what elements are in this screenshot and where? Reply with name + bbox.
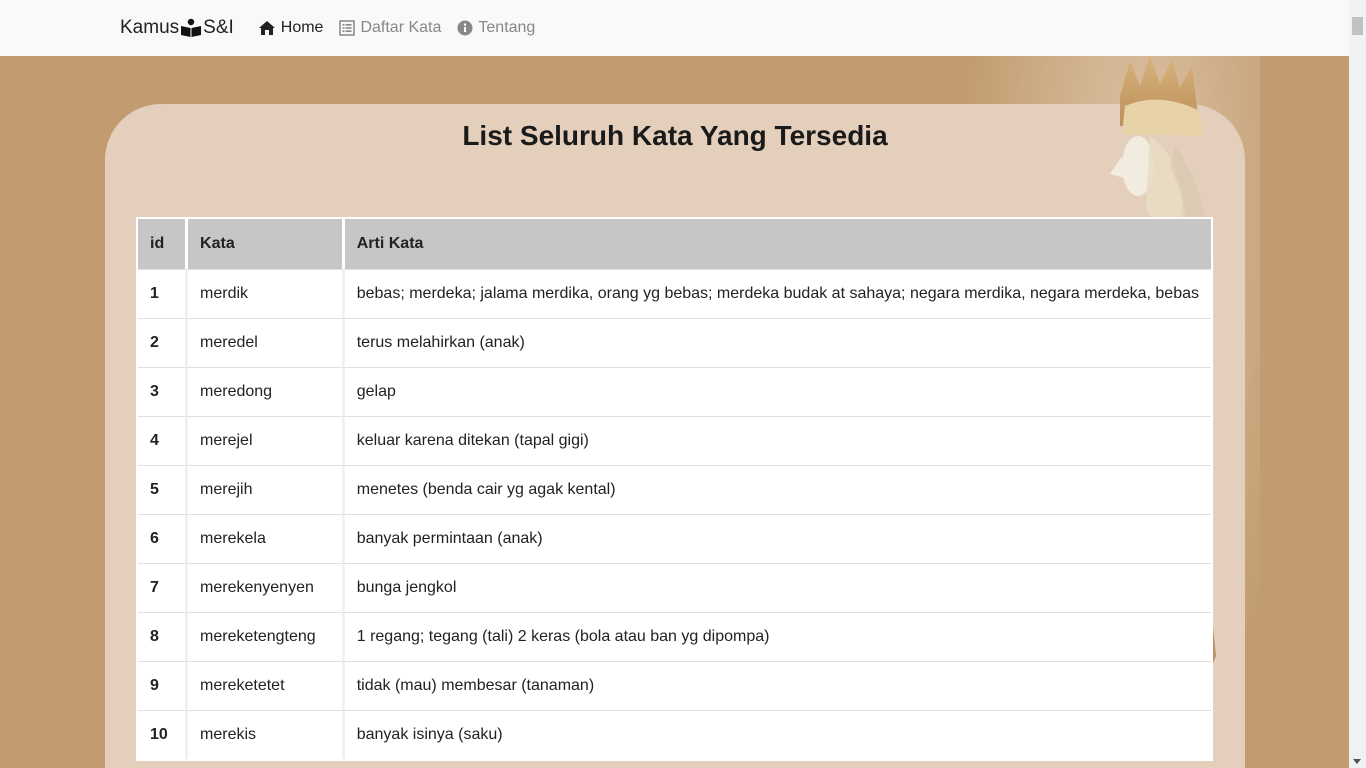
cell-kata: merejel (188, 416, 345, 465)
cell-id: 4 (138, 416, 189, 465)
table-row: 6 merekela banyak permintaan (anak) (138, 514, 1211, 563)
scroll-down-arrow-icon[interactable] (1353, 759, 1361, 764)
cell-id: 10 (138, 710, 189, 759)
list-icon (339, 20, 356, 36)
cell-arti-kata: banyak permintaan (anak) (344, 514, 1211, 563)
cell-arti-kata: terus melahirkan (anak) (344, 318, 1211, 367)
nav-daftar-kata[interactable]: Daftar Kata (339, 19, 441, 37)
table-row: 1 merdik bebas; merdeka; jalama merdika, o… (138, 269, 1211, 318)
cell-id: 7 (138, 563, 189, 612)
cell-kata: meredel (188, 318, 345, 367)
cell-arti-kata: gelap (344, 367, 1211, 416)
brand-text-left: Kamus (120, 17, 180, 38)
table-body: 1 merdik bebas; merdeka; jalama merdika, o… (138, 269, 1211, 759)
nav-tentang[interactable]: Tentang (457, 19, 535, 37)
table-row: 7 merekenyenyen bunga jengkol (138, 563, 1211, 612)
cell-arti-kata: menetes (benda cair yg agak kental) (344, 465, 1211, 514)
cell-id: 8 (138, 612, 189, 661)
cell-id: 9 (138, 661, 189, 710)
scrollbar-thumb[interactable] (1352, 17, 1363, 35)
cell-kata: mereketengteng (188, 612, 345, 661)
table-row: 3 meredong gelap (138, 367, 1211, 416)
cell-id: 3 (138, 367, 189, 416)
table-row: 9 mereketetet tidak (mau) membesar (tanama… (138, 661, 1211, 710)
cell-id: 2 (138, 318, 189, 367)
cell-kata: merekenyenyen (188, 563, 345, 612)
page-scrollbar[interactable] (1349, 0, 1366, 768)
table-row: 10 merekis banyak isinya (saku) (138, 710, 1211, 759)
cell-kata: merejih (188, 465, 345, 514)
top-navbar: Kamus S&I Home Daftar Kata Tentang (0, 0, 1349, 56)
cell-kata: merekela (188, 514, 345, 563)
cell-kata: merekis (188, 710, 345, 759)
cell-arti-kata: banyak isinya (saku) (344, 710, 1211, 759)
table-header-row: id Kata Arti Kata (138, 219, 1211, 269)
table-row: 4 merejel keluar karena ditekan (tapal gig… (138, 416, 1211, 465)
info-circle-icon (457, 20, 473, 36)
header-id[interactable]: id (138, 219, 189, 269)
header-kata[interactable]: Kata (188, 219, 345, 269)
cell-id: 1 (138, 269, 189, 318)
table-row: 5 merejih menetes (benda cair yg agak kent… (138, 465, 1211, 514)
book-reader-icon (180, 18, 202, 38)
cell-id: 6 (138, 514, 189, 563)
cell-kata: mereketetet (188, 661, 345, 710)
cell-kata: merdik (188, 269, 345, 318)
word-table: id Kata Arti Kata 1 merdik bebas; merdeka;… (136, 217, 1213, 761)
cell-arti-kata: 1 regang; tegang (tali) 2 keras (bola at… (344, 612, 1211, 661)
table-row: 8 mereketengteng 1 regang; tegang (tali) 2… (138, 612, 1211, 661)
header-arti-kata[interactable]: Arti Kata (344, 219, 1211, 269)
cell-id: 5 (138, 465, 189, 514)
table-row: 2 meredel terus melahirkan (anak) (138, 318, 1211, 367)
nav-daftar-kata-label: Daftar Kata (360, 19, 442, 36)
page-title: List Seluruh Kata Yang Tersedia (462, 120, 888, 151)
home-icon (258, 21, 275, 35)
cell-arti-kata: bebas; merdeka; jalama merdika, orang yg… (344, 269, 1211, 318)
cell-arti-kata: tidak (mau) membesar (tanaman) (344, 661, 1211, 710)
cell-arti-kata: bunga jengkol (344, 563, 1211, 612)
brand-text-right: S&I (203, 17, 234, 38)
brand-logo[interactable]: Kamus S&I (120, 17, 234, 39)
nav-home-label: Home (280, 19, 324, 36)
cell-arti-kata: keluar karena ditekan (tapal gigi) (344, 416, 1211, 465)
nav-home[interactable]: Home (258, 19, 324, 37)
nav-tentang-label: Tentang (478, 19, 536, 36)
cell-kata: meredong (188, 367, 345, 416)
